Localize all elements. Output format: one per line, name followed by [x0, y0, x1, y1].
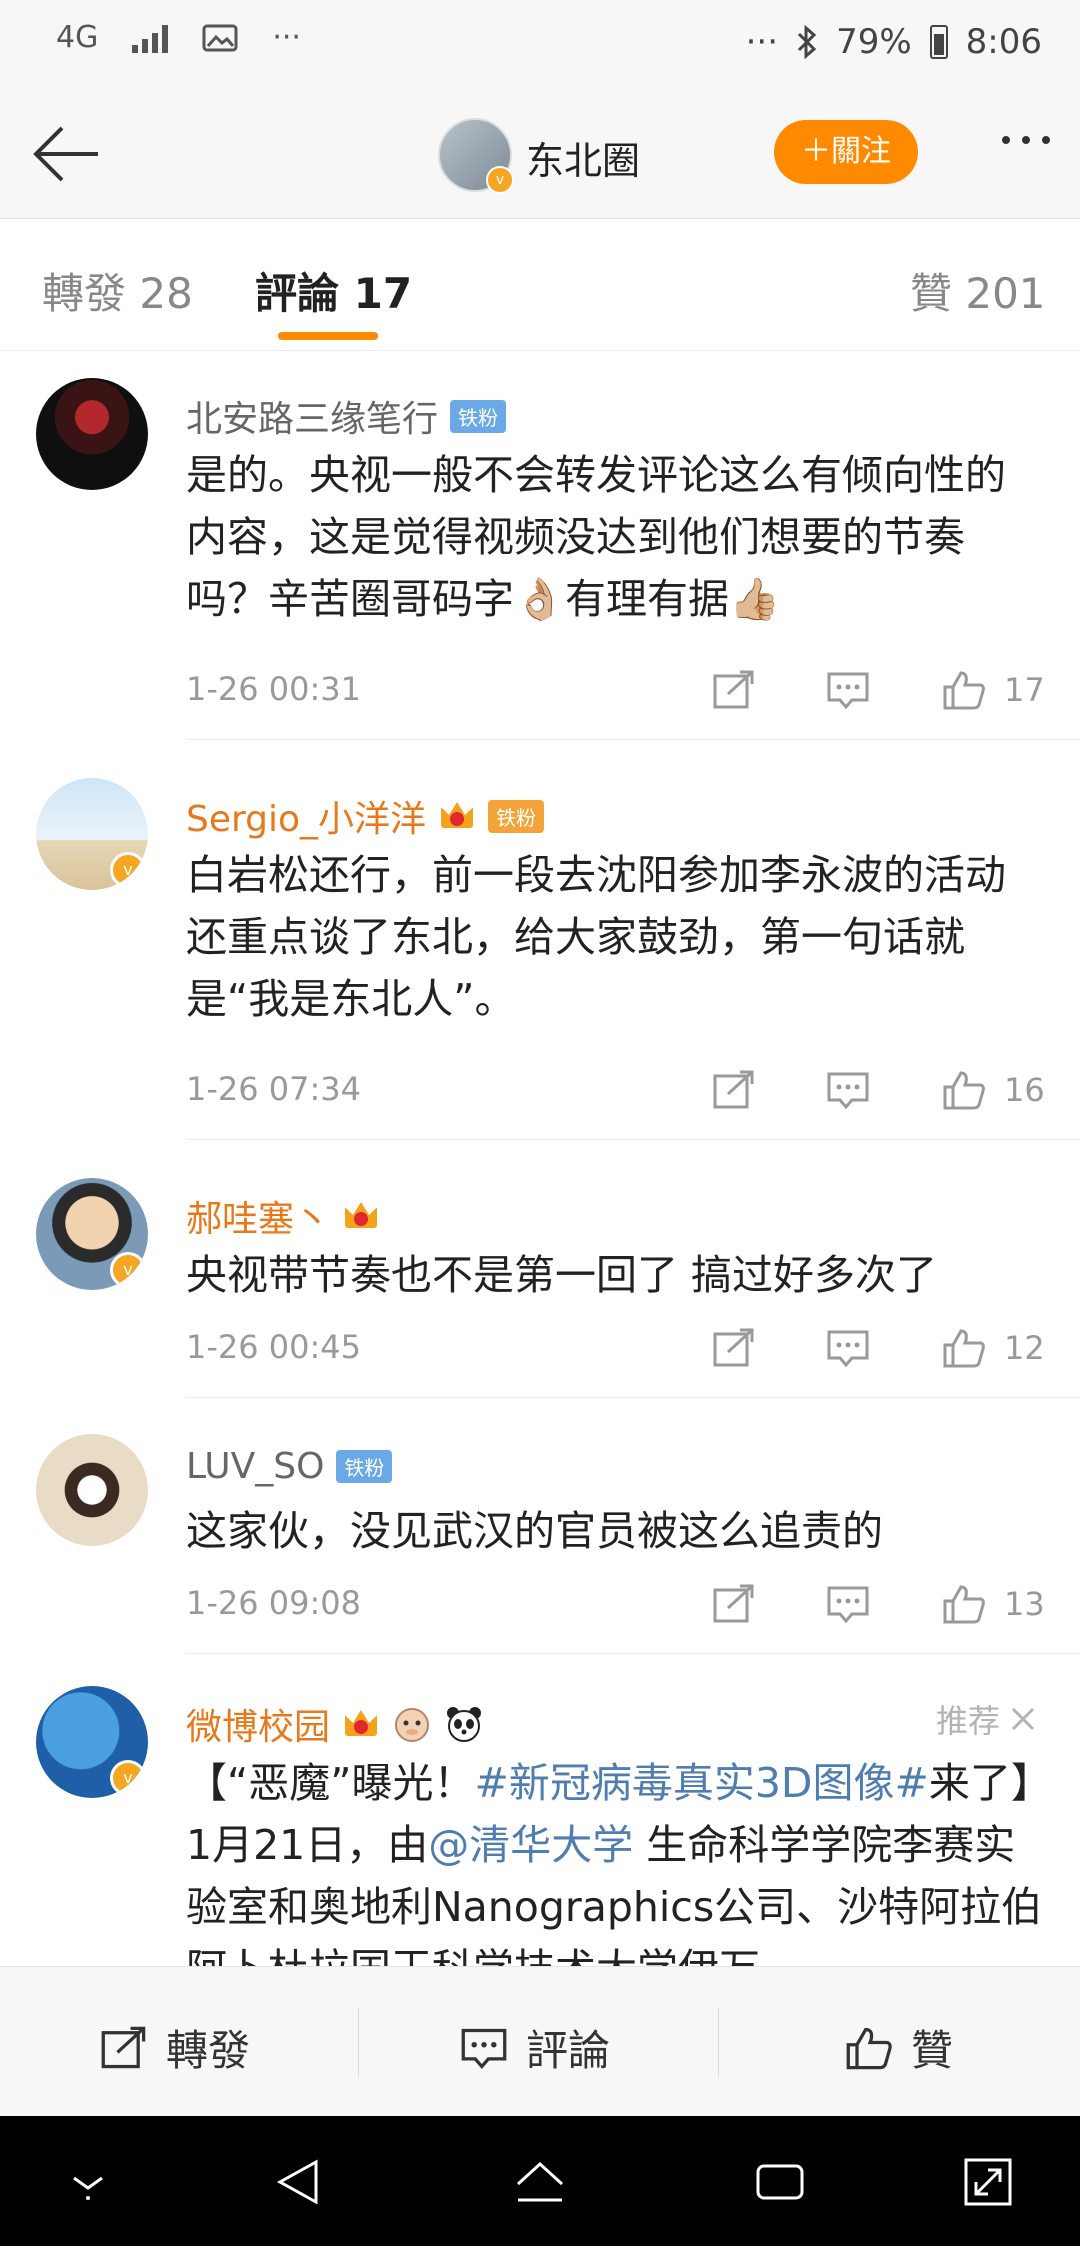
- comment-icon[interactable]: [826, 1328, 870, 1368]
- hashtag-link[interactable]: #新冠病毒真实3D图像#: [474, 1759, 928, 1807]
- recommend-label: 推荐: [935, 1702, 1000, 1740]
- notification-more: ···: [272, 20, 301, 55]
- verified-badge-icon: v: [110, 1760, 146, 1796]
- tab-comments[interactable]: 評論 17: [255, 260, 412, 321]
- comment-button[interactable]: 評論: [460, 2017, 610, 2078]
- avatar[interactable]: v: [36, 1178, 148, 1290]
- fan-badge: 铁粉: [450, 399, 507, 433]
- home-nav-icon[interactable]: [512, 2154, 568, 2210]
- status-more: ···: [745, 22, 779, 62]
- mention-link[interactable]: @清华大学: [428, 1821, 633, 1869]
- comment-username[interactable]: LUV_SO: [186, 1446, 324, 1487]
- like-count: 12: [1004, 1329, 1045, 1367]
- bluetooth-icon: [798, 25, 817, 59]
- avatar[interactable]: v: [36, 778, 148, 890]
- comment-item: v 微博校园 推荐 【“恶魔”曝光！#新冠病毒真实3D图像#来了】1月21日，由…: [0, 1686, 1080, 1966]
- like-icon: [846, 2027, 892, 2069]
- repost-icon[interactable]: [712, 1070, 756, 1110]
- comment-username[interactable]: 微博校园: [186, 1698, 330, 1750]
- back-arrow-icon[interactable]: [30, 118, 102, 190]
- comment-time: 1-26 00:31: [186, 670, 362, 708]
- top-app-bar: v 东北圈 ＋關注: [0, 90, 1080, 219]
- monkey-emoji-icon: [395, 1708, 430, 1742]
- comment-username[interactable]: 郝哇塞丶: [186, 1190, 330, 1242]
- divider: [186, 1139, 1080, 1140]
- comment-item: v Sergio_小洋洋 铁粉 白岩松还行，前一段去沈阳参加李永波的活动还重点谈…: [0, 778, 1080, 1140]
- bottom-action-bar: 轉發 評論 贊: [0, 1966, 1080, 2117]
- divider: [186, 739, 1080, 740]
- like-count: 13: [1004, 1585, 1045, 1623]
- fan-badge: 铁粉: [488, 799, 545, 833]
- comment-time: 1-26 00:45: [186, 1328, 362, 1366]
- verified-badge-icon: v: [110, 1252, 146, 1288]
- like-icon[interactable]: [942, 1584, 986, 1624]
- vip-crown-icon: [438, 798, 476, 834]
- battery-percent: 79%: [836, 22, 912, 62]
- comment-icon[interactable]: [826, 670, 870, 710]
- account-name[interactable]: 东北圈: [526, 130, 640, 185]
- vip-crown-icon: [342, 1198, 380, 1234]
- separator: [718, 2007, 719, 2077]
- close-icon[interactable]: [1010, 1706, 1036, 1732]
- comment-username[interactable]: Sergio_小洋洋: [186, 790, 426, 842]
- comment-text: 白岩松还行，前一段去沈阳参加李永波的活动还重点谈了东北，给大家鼓劲，第一句话就是…: [186, 851, 1006, 1023]
- account-avatar[interactable]: v: [438, 118, 514, 194]
- comment-icon: [461, 2028, 507, 2069]
- avatar[interactable]: [36, 1434, 148, 1546]
- like-icon[interactable]: [942, 1328, 986, 1368]
- separator: [358, 2007, 359, 2077]
- status-bar: 4G ··· ··· 79% 8:06: [0, 0, 1080, 90]
- avatar[interactable]: [36, 378, 148, 490]
- back-nav-icon[interactable]: [272, 2154, 328, 2210]
- hide-keyboard-icon[interactable]: [60, 2154, 116, 2210]
- fan-badge: 铁粉: [336, 1450, 393, 1483]
- active-tab-indicator: [278, 332, 378, 340]
- comment-item: LUV_SO 铁粉 这家伙，没见武汉的官员被这么追责的 1-26 09:08 1…: [0, 1434, 1080, 1654]
- like-icon[interactable]: [942, 1070, 986, 1110]
- repost-button[interactable]: 轉發: [100, 2017, 250, 2078]
- repost-icon[interactable]: [712, 1584, 756, 1624]
- comment-item: 北安路三缘笔行 铁粉 是的。央视一般不会转发评论这么有倾向性的内容，这是觉得视频…: [0, 378, 1080, 740]
- more-options-icon[interactable]: [1002, 136, 1050, 144]
- rotate-screen-icon[interactable]: [960, 2154, 1016, 2210]
- like-icon[interactable]: [942, 670, 986, 710]
- repost-icon[interactable]: [712, 1328, 756, 1368]
- recents-nav-icon[interactable]: [752, 2154, 808, 2210]
- panda-emoji-icon: [447, 1707, 482, 1742]
- divider: [186, 1653, 1080, 1654]
- tab-reposts[interactable]: 轉發 28: [42, 260, 193, 321]
- comment-icon[interactable]: [826, 1070, 870, 1110]
- signal-icon: [132, 23, 169, 53]
- like-count: 17: [1004, 671, 1045, 709]
- comment-username[interactable]: 北安路三缘笔行: [186, 390, 438, 442]
- clock: 8:06: [965, 22, 1042, 62]
- comment-time: 1-26 09:08: [186, 1584, 362, 1622]
- comment-text: 这家伙，没见武汉的官员被这么追责的: [186, 1507, 883, 1555]
- comment-time: 1-26 07:34: [186, 1070, 362, 1108]
- verified-badge-icon: v: [110, 852, 146, 888]
- repost-icon: [101, 2026, 146, 2068]
- follow-button[interactable]: ＋關注: [774, 120, 918, 184]
- network-indicator: 4G: [56, 20, 99, 55]
- divider: [186, 1397, 1080, 1398]
- comment-text: 央视带节奏也不是第一回了 搞过好多次了: [186, 1251, 938, 1299]
- comment-item: v 郝哇塞丶 央视带节奏也不是第一回了 搞过好多次了 1-26 00:45 12: [0, 1178, 1080, 1398]
- like-count: 16: [1004, 1071, 1045, 1109]
- gallery-icon: [202, 24, 238, 51]
- repost-icon[interactable]: [712, 670, 756, 710]
- vip-crown-icon: [342, 1706, 380, 1742]
- system-nav-bar: [0, 2116, 1080, 2246]
- avatar[interactable]: v: [36, 1686, 148, 1798]
- verified-badge-icon: v: [486, 166, 514, 194]
- like-button[interactable]: 贊: [845, 2017, 953, 2078]
- comment-text: 是的。央视一般不会转发评论这么有倾向性的内容，这是觉得视频没达到他们想要的节奏吗…: [186, 451, 1006, 623]
- battery-icon: [929, 25, 948, 59]
- tab-likes[interactable]: 贊 201: [910, 260, 1046, 321]
- comment-icon[interactable]: [826, 1584, 870, 1624]
- comment-text: 【“恶魔”曝光！#新冠病毒真实3D图像#来了】1月21日，由@清华大学 生命科学…: [186, 1759, 1052, 1966]
- tab-bar: 轉發 28 評論 17 贊 201: [0, 218, 1080, 351]
